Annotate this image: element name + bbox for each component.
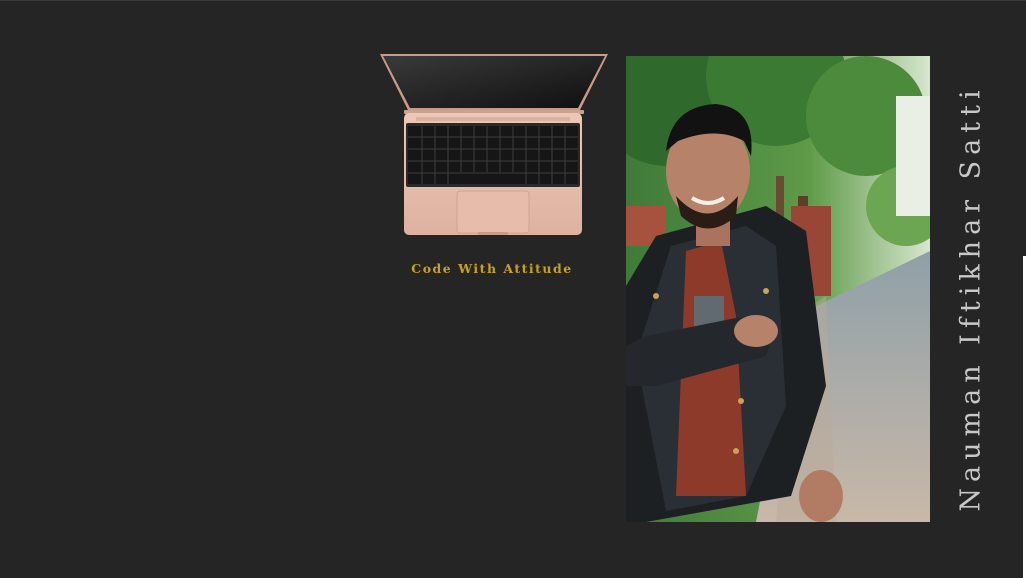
vertical-name: Nauman Iftikhar Satti: [951, 60, 991, 536]
tagline: Code With Attitude: [411, 261, 573, 276]
laptop-illustration: [378, 52, 610, 242]
portrait-photo: [626, 56, 930, 522]
top-border: [0, 0, 1026, 1]
name-text: Nauman Iftikhar Satti: [955, 84, 987, 512]
